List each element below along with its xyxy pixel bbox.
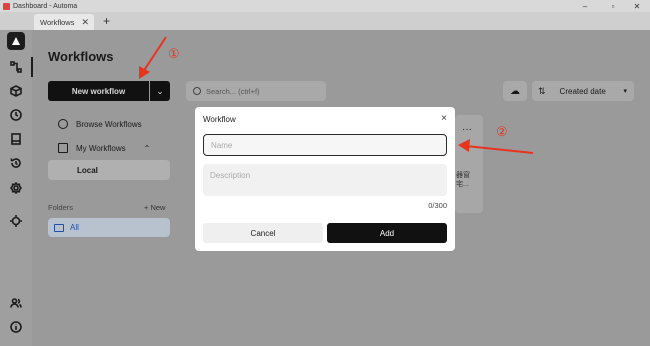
nav-browse-label: Browse Workflows (76, 119, 142, 129)
window-title: Dashboard - Automa (13, 2, 78, 10)
nav-my-workflows[interactable]: My Workflows ⌃ (58, 143, 150, 153)
team-icon[interactable] (9, 296, 23, 310)
cloud-upload-icon: ☁ (510, 85, 520, 97)
chevron-up-icon: ⌃ (143, 143, 151, 153)
automa-logo[interactable] (7, 32, 25, 50)
card-text-line: 宅... (456, 181, 469, 188)
workflows-nav-icon (58, 143, 68, 153)
minimize-button[interactable]: – (572, 0, 598, 12)
new-folder-button[interactable]: + New (144, 203, 165, 212)
dialog-title: Workflow (203, 115, 236, 124)
new-workflow-dialog: Workflow × 0/300 Cancel Add (195, 107, 455, 251)
sort-icon: ⇅ (538, 85, 546, 96)
add-button[interactable]: Add (327, 223, 447, 243)
workflow-description-input[interactable] (203, 164, 447, 196)
nav-browse-workflows[interactable]: Browse Workflows (58, 119, 142, 129)
folders-label: Folders (48, 203, 74, 212)
sort-select[interactable]: ⇅ Created date ▾ (532, 81, 634, 101)
maximize-button[interactable]: ▫ (600, 0, 626, 12)
tab-workflows[interactable]: Workflows ✕ (34, 14, 94, 30)
card-text-line: 器窗 (456, 172, 470, 179)
packages-icon[interactable] (9, 84, 23, 98)
more-options-icon[interactable]: ··· (462, 124, 472, 135)
folder-icon (54, 223, 64, 232)
nav-local[interactable]: Local (48, 160, 170, 180)
cancel-button[interactable]: Cancel (203, 223, 323, 243)
new-workflow-button[interactable]: New workflow (48, 81, 149, 101)
recording-icon[interactable] (9, 214, 23, 228)
window-titlebar: Dashboard - Automa – ▫ ✕ (0, 0, 650, 12)
tab-bar: Workflows ✕ (0, 12, 650, 30)
sidebar (0, 30, 33, 346)
search-icon (193, 87, 201, 95)
workflow-card-text: 器窗 宅... (456, 171, 470, 189)
app-icon (3, 2, 10, 10)
new-tab-button[interactable]: + (103, 14, 110, 28)
schedule-icon[interactable] (9, 108, 23, 122)
close-icon[interactable]: × (441, 113, 447, 124)
workflow-name-input[interactable] (203, 134, 447, 156)
about-icon[interactable] (9, 320, 23, 334)
workflows-icon[interactable] (9, 60, 23, 74)
nav-my-workflows-label: My Workflows (76, 143, 126, 153)
chevron-down-icon: ⌄ (156, 85, 164, 96)
chevron-down-icon: ▾ (623, 88, 627, 95)
sidebar-active-indicator (31, 57, 33, 77)
new-workflow-dropdown[interactable]: ⌄ (150, 81, 170, 101)
history-icon[interactable] (9, 156, 23, 170)
tab-close-icon[interactable]: ✕ (81, 17, 89, 28)
settings-icon[interactable] (9, 181, 23, 195)
annotation-marker-2: ② (496, 124, 508, 139)
annotation-marker-1: ① (168, 46, 180, 61)
search-bar[interactable]: Search... (ctrl+f) (186, 81, 326, 101)
search-placeholder: Search... (ctrl+f) (206, 86, 260, 96)
close-window-button[interactable]: ✕ (624, 0, 650, 12)
compass-icon (58, 119, 68, 129)
page-title: Workflows (48, 49, 114, 64)
folder-all-label: All (70, 223, 79, 232)
import-workflow-button[interactable]: ☁ (503, 81, 527, 101)
folder-all[interactable]: All (48, 218, 170, 237)
tab-label: Workflows (40, 17, 75, 27)
sort-label: Created date (559, 86, 606, 96)
description-char-counter: 0/300 (428, 201, 447, 210)
storage-icon[interactable] (9, 132, 23, 146)
